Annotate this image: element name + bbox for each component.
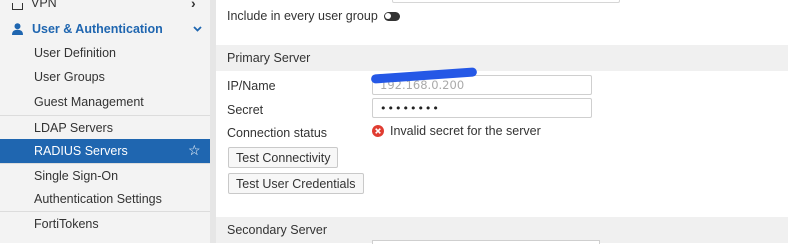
sidebar-item-radius-servers[interactable]: RADIUS Servers ☆ xyxy=(0,139,210,163)
sidebar-item-label: Authentication Settings xyxy=(34,192,162,206)
connection-status-text: Invalid secret for the server xyxy=(390,124,541,138)
monitor-icon xyxy=(12,2,23,10)
sidebar-item-label: User Groups xyxy=(34,70,105,84)
secret-label: Secret xyxy=(227,103,264,117)
test-user-credentials-button[interactable]: Test User Credentials xyxy=(228,173,364,194)
secondary-partial-field xyxy=(372,240,600,244)
sidebar-item-label: RADIUS Servers xyxy=(34,144,128,158)
section-title: Secondary Server xyxy=(227,223,328,237)
chevron-right-icon: › xyxy=(191,0,196,11)
include-every-group-label: Include in every user group xyxy=(227,9,378,23)
sidebar-item-user-authentication[interactable]: User & Authentication xyxy=(0,17,210,41)
top-partial-field xyxy=(392,0,620,3)
include-every-group-row: Include in every user group xyxy=(227,8,400,24)
sidebar-item-label: Guest Management xyxy=(34,94,144,109)
sidebar-item-ldap-servers[interactable]: LDAP Servers xyxy=(0,116,210,139)
sidebar-item-single-sign-on[interactable]: Single Sign-On xyxy=(0,164,210,187)
primary-server-header: Primary Server xyxy=(216,45,788,71)
include-every-group-toggle[interactable] xyxy=(383,11,400,21)
sidebar-item-label: VPN xyxy=(31,0,57,10)
ip-name-label: IP/Name xyxy=(227,79,276,93)
favorite-star-icon[interactable]: ☆ xyxy=(188,142,201,159)
secret-input[interactable]: •••••••• xyxy=(372,98,592,118)
section-title: Primary Server xyxy=(227,51,311,65)
sidebar-item-guest-management[interactable]: Guest Management xyxy=(0,89,210,114)
sidebar-item-fortitokens[interactable]: FortiTokens xyxy=(0,212,210,236)
sidebar-item-label: LDAP Servers xyxy=(34,120,113,135)
user-icon xyxy=(12,23,23,35)
error-x-icon xyxy=(372,125,384,137)
sidebar-item-authentication-settings[interactable]: Authentication Settings xyxy=(0,187,210,211)
sidebar-item-user-groups[interactable]: User Groups xyxy=(0,65,210,89)
secret-value: •••••••• xyxy=(380,101,440,115)
sidebar: VPN › User & Authentication User Definit… xyxy=(0,0,210,243)
sidebar-item-label: FortiTokens xyxy=(34,217,99,231)
connection-status-label: Connection status xyxy=(227,126,328,140)
connection-status: Invalid secret for the server xyxy=(372,124,541,138)
sidebar-item-user-definition[interactable]: User Definition xyxy=(0,41,210,65)
sidebar-item-label: User Definition xyxy=(34,46,116,60)
sidebar-item-vpn[interactable]: VPN › xyxy=(0,0,210,12)
sidebar-item-label: Single Sign-On xyxy=(34,168,119,183)
ip-name-input[interactable]: 192.168.0.200 xyxy=(370,67,592,95)
chevron-down-icon xyxy=(193,26,202,32)
test-connectivity-button[interactable]: Test Connectivity xyxy=(228,147,339,168)
sidebar-item-label: User & Authentication xyxy=(32,22,163,36)
main-content: Include in every user group Primary Serv… xyxy=(216,0,788,244)
